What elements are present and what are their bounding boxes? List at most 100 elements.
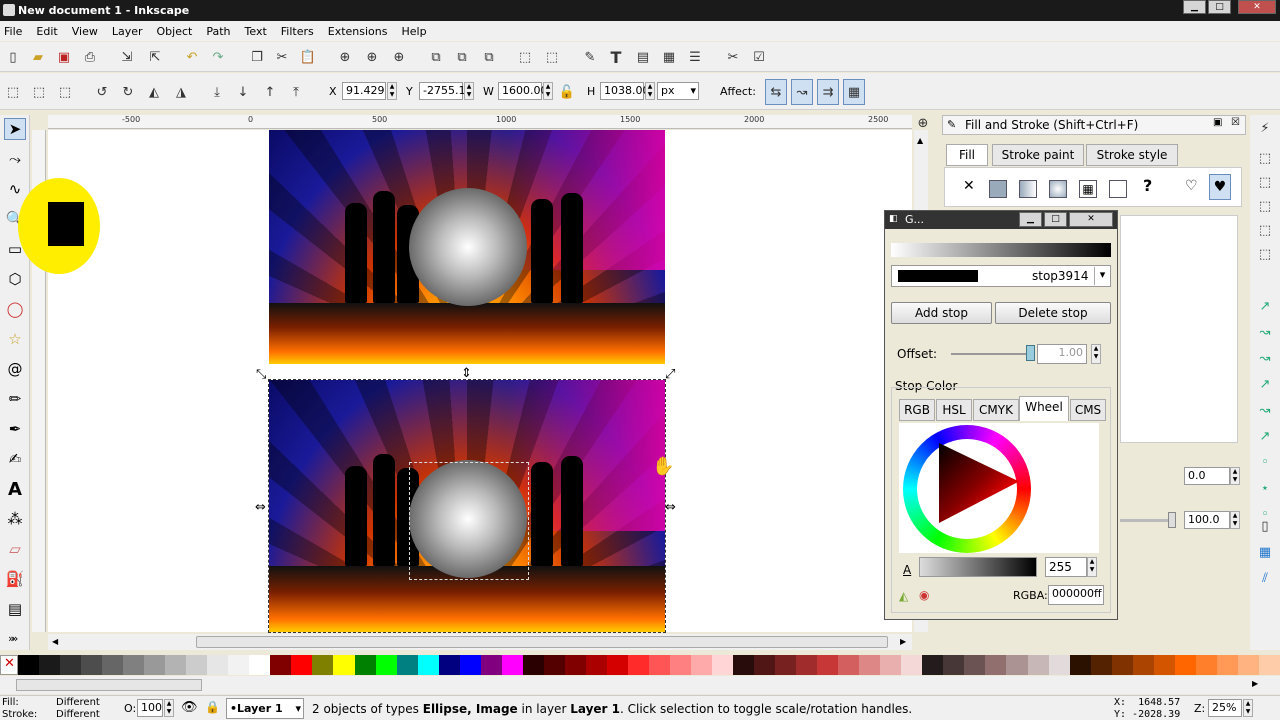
- palette-swatch[interactable]: [943, 655, 965, 675]
- snap-guide-icon[interactable]: ⫽: [1256, 569, 1274, 587]
- radial-gradient-icon[interactable]: [1049, 180, 1067, 198]
- snap-bbox-icon[interactable]: ⬚: [1256, 149, 1274, 167]
- palette-swatch[interactable]: [606, 655, 628, 675]
- palette-swatch[interactable]: [817, 655, 839, 675]
- palette-swatch[interactable]: [186, 655, 208, 675]
- palette-swatch[interactable]: [1195, 655, 1217, 675]
- paste-icon[interactable]: 📋: [299, 48, 317, 66]
- gradient-tool-icon[interactable]: ▤: [4, 598, 26, 620]
- width-spinner[interactable]: ▲ ▼: [543, 82, 553, 100]
- save-icon[interactable]: ▣: [55, 48, 73, 66]
- opacity-slider-thumb[interactable]: [1168, 512, 1176, 528]
- palette-swatch[interactable]: [249, 655, 271, 675]
- snap-cusp-icon[interactable]: ↗: [1256, 375, 1274, 393]
- minimize-button[interactable]: ▁: [1183, 0, 1206, 14]
- palette-swatch[interactable]: [375, 655, 397, 675]
- align-distribute-icon[interactable]: ☰: [686, 48, 704, 66]
- scale-handle-icon[interactable]: ⤢: [665, 367, 675, 382]
- party-image-top[interactable]: [269, 130, 665, 364]
- print-icon[interactable]: ⎙: [81, 48, 99, 66]
- palette-swatch[interactable]: [291, 655, 313, 675]
- gradient-minimize-button[interactable]: ▁: [1019, 212, 1042, 227]
- gradient-maximize-button[interactable]: □: [1044, 212, 1067, 227]
- layer-select[interactable]: •Layer 1 ▾: [226, 698, 304, 719]
- layer-visibility-icon[interactable]: 👁: [181, 700, 198, 715]
- y-field[interactable]: -2755.1!: [419, 82, 470, 100]
- palette-swatch[interactable]: [102, 655, 124, 675]
- zoom-drawing-icon[interactable]: ⊕: [363, 48, 381, 66]
- tab-rgb[interactable]: RGB: [899, 399, 935, 421]
- palette-swatch[interactable]: [417, 655, 439, 675]
- offset-slider-thumb[interactable]: [1026, 345, 1035, 361]
- snap-bbox-center-icon[interactable]: ⬚: [1256, 245, 1274, 263]
- palette-swatch[interactable]: [880, 655, 902, 675]
- node-tool-icon[interactable]: ⤳: [4, 148, 26, 170]
- snap-smooth-icon[interactable]: ↝: [1256, 401, 1274, 419]
- offset-spinner[interactable]: ▲ ▼: [1091, 344, 1101, 364]
- stop-select[interactable]: stop3914 ▾: [891, 265, 1111, 287]
- scroll-left-icon[interactable]: ◀: [52, 637, 58, 646]
- snap-enable-icon[interactable]: ⚡: [1256, 119, 1274, 137]
- palette-swatch[interactable]: [1174, 655, 1196, 675]
- fill-rule-evenodd-icon[interactable]: ♡: [1185, 178, 1198, 194]
- palette-swatch[interactable]: [859, 655, 881, 675]
- palette-swatch[interactable]: [585, 655, 607, 675]
- palette-swatch[interactable]: [60, 655, 82, 675]
- rotate-cw-icon[interactable]: ↻: [119, 83, 137, 101]
- sphere-ellipse[interactable]: [409, 188, 527, 306]
- palette-swatch[interactable]: [838, 655, 860, 675]
- flat-color-icon[interactable]: [989, 180, 1007, 198]
- lock-proportions-icon[interactable]: 🔓: [558, 83, 576, 101]
- palette-swatch[interactable]: [669, 655, 691, 675]
- party-image-bottom[interactable]: [268, 379, 666, 633]
- fill-rule-nonzero-icon[interactable]: ♥: [1209, 174, 1231, 200]
- import-icon[interactable]: ⇲: [118, 48, 136, 66]
- close-button[interactable]: ✕: [1238, 0, 1276, 14]
- tweak-tool-icon[interactable]: ∿: [4, 178, 26, 200]
- linear-gradient-icon[interactable]: [1019, 180, 1037, 198]
- palette-swatch[interactable]: [1090, 655, 1112, 675]
- duplicate-icon[interactable]: ⧉: [427, 48, 445, 66]
- snap-rotation-center-icon[interactable]: ⋆: [1256, 479, 1274, 497]
- palette-swatch[interactable]: [144, 655, 166, 675]
- alpha-spinner[interactable]: ▲ ▼: [1087, 557, 1097, 577]
- menu-file[interactable]: File: [4, 25, 22, 38]
- blur-field[interactable]: 0.0: [1184, 467, 1230, 485]
- undo-icon[interactable]: ↶: [183, 48, 201, 66]
- palette-swatch[interactable]: [964, 655, 986, 675]
- tab-cmyk[interactable]: CMYK: [973, 399, 1019, 421]
- palette-swatch[interactable]: [922, 655, 944, 675]
- raise-top-icon[interactable]: ⤒: [287, 83, 305, 101]
- x-spinner[interactable]: ▲ ▼: [387, 82, 397, 100]
- alpha-field[interactable]: 255: [1045, 557, 1087, 577]
- palette-swatch[interactable]: [1048, 655, 1070, 675]
- opacity-slider-track[interactable]: [1120, 519, 1172, 522]
- palette-swatch[interactable]: [39, 655, 61, 675]
- group-icon[interactable]: ⬚: [516, 48, 534, 66]
- pen-tool-icon[interactable]: ✒: [4, 418, 26, 440]
- palette-swatch[interactable]: [165, 655, 187, 675]
- menu-help[interactable]: Help: [401, 25, 426, 38]
- palette-swatch[interactable]: [1258, 655, 1280, 675]
- layer-lock-icon[interactable]: 🔒: [205, 700, 220, 714]
- palette-swatch[interactable]: [228, 655, 250, 675]
- copy-icon[interactable]: ❐: [248, 48, 266, 66]
- palette-swatch[interactable]: [501, 655, 523, 675]
- x-field[interactable]: 91.429: [342, 82, 386, 100]
- palette-swatch[interactable]: [81, 655, 103, 675]
- snap-intersections-icon[interactable]: ↝: [1256, 349, 1274, 367]
- palette-swatch[interactable]: [985, 655, 1007, 675]
- palette-swatch[interactable]: [691, 655, 713, 675]
- cut-icon[interactable]: ✂: [273, 48, 291, 66]
- select-all-icon[interactable]: ⬚: [4, 83, 22, 101]
- palette-swatch[interactable]: [564, 655, 586, 675]
- palette-swatch[interactable]: [123, 655, 145, 675]
- palette-swatch[interactable]: [438, 655, 460, 675]
- no-color-swatch[interactable]: ✕: [0, 655, 18, 675]
- tab-hsl[interactable]: HSL: [936, 399, 972, 421]
- zoom-page-icon[interactable]: ⊕: [390, 48, 408, 66]
- fill-stroke-icon[interactable]: ✎: [581, 48, 599, 66]
- palette-swatch[interactable]: [459, 655, 481, 675]
- menu-path[interactable]: Path: [206, 25, 230, 38]
- toolbox-overflow-icon[interactable]: »: [8, 632, 15, 645]
